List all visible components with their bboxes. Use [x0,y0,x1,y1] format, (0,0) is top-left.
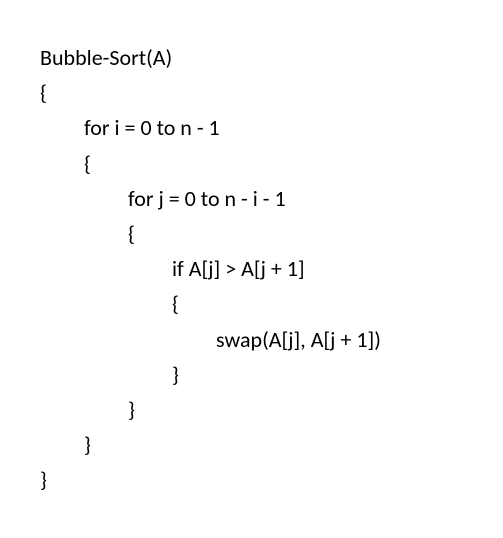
code-line: for j = 0 to n - i - 1 [40,181,463,216]
code-line: } [40,357,463,392]
code-line: { [40,216,463,251]
pseudocode-block: Bubble-Sort(A) { for i = 0 to n - 1 { fo… [40,40,463,497]
code-line: } [40,392,463,427]
code-line: Bubble-Sort(A) [40,40,463,75]
code-line: swap(A[j], A[j + 1]) [40,322,463,357]
code-line: } [40,462,463,497]
code-line: { [40,75,463,110]
code-line: { [40,286,463,321]
code-line: { [40,146,463,181]
code-line: if A[j] > A[j + 1] [40,251,463,286]
code-line: } [40,427,463,462]
code-line: for i = 0 to n - 1 [40,110,463,145]
